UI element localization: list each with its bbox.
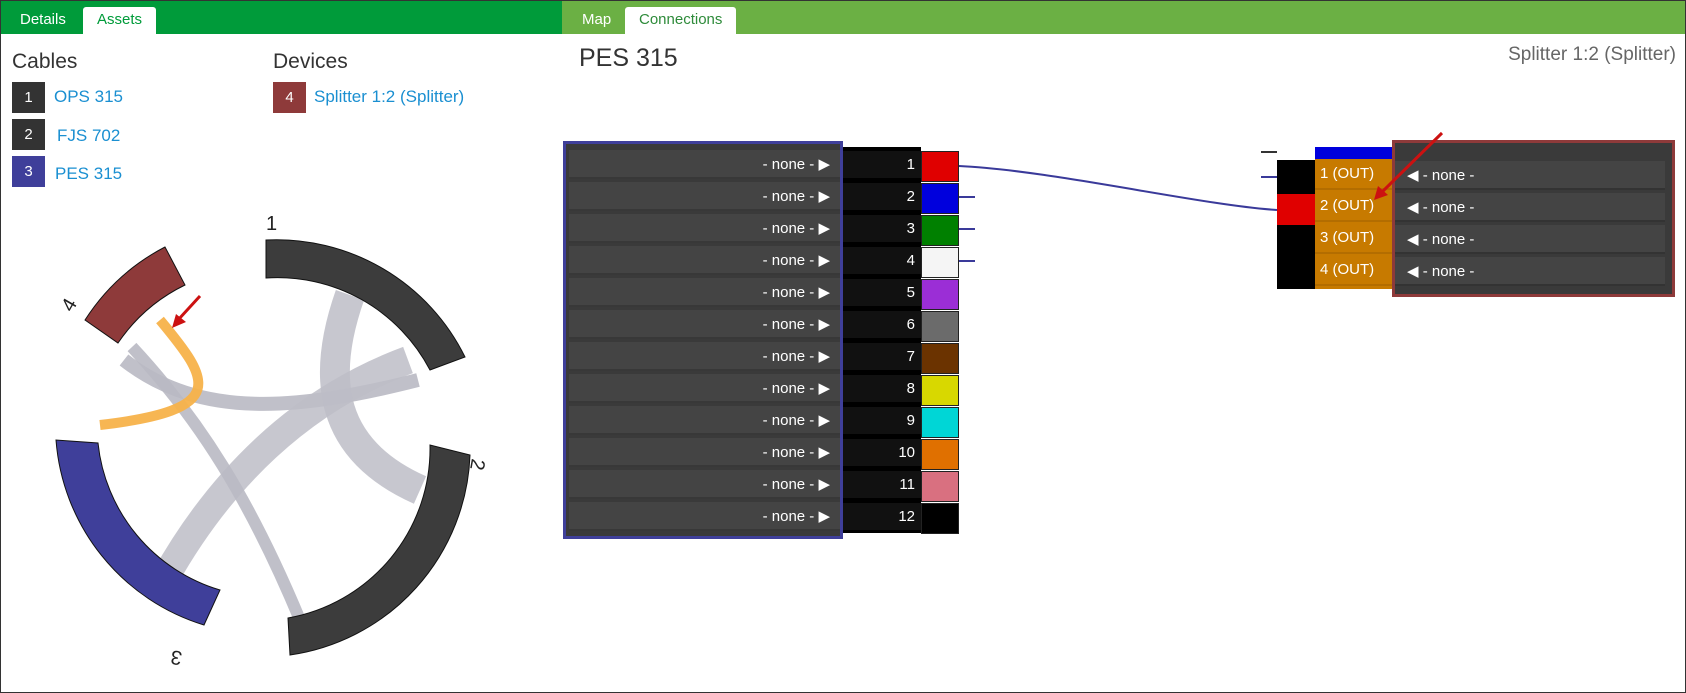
connection-lines bbox=[958, 131, 1444, 262]
fiber-1-connection[interactable] bbox=[958, 165, 1278, 211]
connections-red-arrow-line bbox=[1379, 131, 1444, 195]
